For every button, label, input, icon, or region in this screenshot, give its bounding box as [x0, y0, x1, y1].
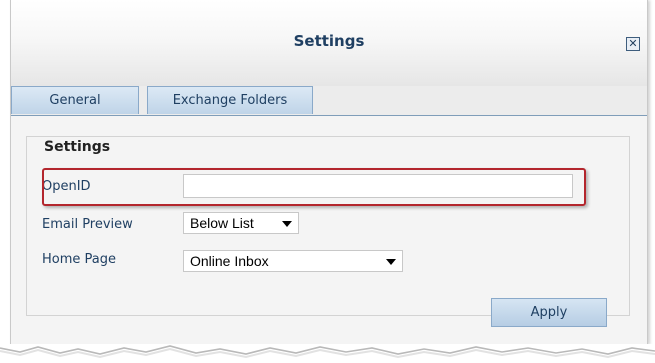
chevron-down-icon	[282, 221, 292, 227]
email-preview-value: Below List	[190, 215, 254, 231]
email-preview-label: Email Preview	[42, 217, 133, 232]
torn-edge-decoration	[0, 344, 655, 359]
home-page-value: Online Inbox	[190, 253, 269, 269]
home-page-label: Home Page	[42, 252, 116, 267]
dialog-titlebar: Settings ✕	[11, 0, 647, 86]
settings-legend: Settings	[38, 139, 117, 155]
openid-input[interactable]	[183, 174, 573, 198]
settings-panel: Settings OpenID Email Preview Below List…	[11, 116, 647, 345]
openid-label: OpenID	[42, 179, 91, 194]
close-icon[interactable]: ✕	[626, 37, 640, 51]
apply-button[interactable]: Apply	[491, 298, 607, 327]
tab-general[interactable]: General	[11, 86, 139, 114]
tab-bar: General Exchange Folders	[11, 86, 647, 116]
dialog-title: Settings	[293, 32, 365, 50]
tab-exchange-folders[interactable]: Exchange Folders	[147, 86, 313, 114]
home-page-select[interactable]: Online Inbox	[183, 250, 403, 272]
chevron-down-icon	[386, 259, 396, 265]
settings-dialog: Settings ✕ General Exchange Folders Sett…	[10, 0, 648, 345]
email-preview-select[interactable]: Below List	[183, 212, 299, 234]
